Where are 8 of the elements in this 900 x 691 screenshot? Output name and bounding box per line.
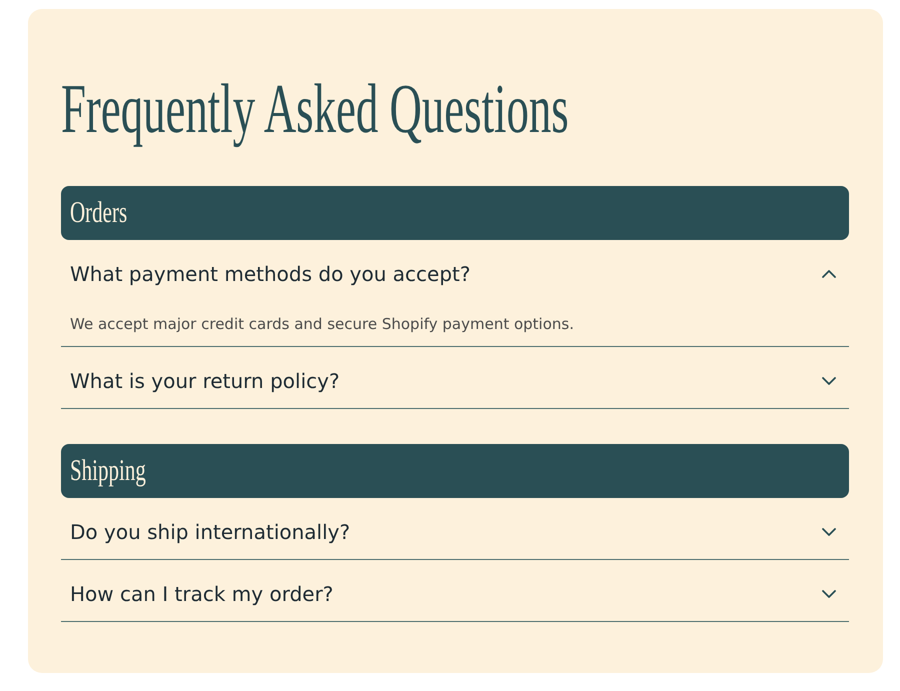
section-title: Shipping (70, 456, 146, 486)
faq-question[interactable]: What is your return policy? (61, 347, 849, 408)
section-title: Orders (70, 198, 128, 228)
faq-question[interactable]: Do you ship internationally? (61, 498, 849, 559)
faq-answer: We accept major credit cards and secure Shopify payment options. (69, 314, 575, 335)
page-title: Frequently Asked Questions (61, 75, 569, 145)
faq-question[interactable]: What payment methods do you accept? (61, 240, 849, 301)
faq-question[interactable]: How can I track my order? (61, 560, 849, 621)
